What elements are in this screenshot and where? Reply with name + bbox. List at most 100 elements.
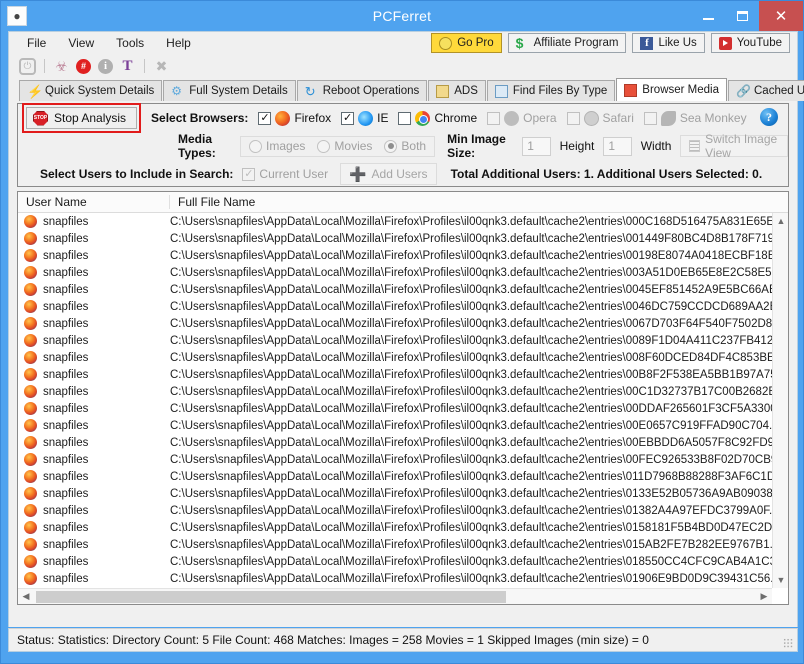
go-pro-button[interactable]: Go Pro	[431, 33, 501, 53]
browser-checkbox-chrome[interactable]: Chrome	[398, 111, 477, 126]
opera-icon	[504, 111, 519, 126]
table-row[interactable]: snapfilesC:\Users\snapfiles\AppData\Loca…	[18, 264, 772, 281]
bolt-icon: ⚡	[27, 85, 40, 98]
menu-item-view[interactable]: View	[58, 34, 106, 52]
table-row[interactable]: snapfilesC:\Users\snapfiles\AppData\Loca…	[18, 230, 772, 247]
menu-item-tools[interactable]: Tools	[106, 34, 156, 52]
tab-full-system-details[interactable]: ⚙ Full System Details	[163, 80, 295, 101]
minimize-button[interactable]	[691, 1, 725, 31]
worm-scan-icon[interactable]: ☣	[53, 58, 70, 75]
tab-bar: ⚡ Quick System Details ⚙ Full System Det…	[9, 78, 797, 101]
table-row[interactable]: snapfilesC:\Users\snapfiles\AppData\Loca…	[18, 298, 772, 315]
browser-checkbox-firefox[interactable]: ✓ Firefox	[258, 111, 331, 126]
checkbox-icon	[644, 112, 657, 125]
table-row[interactable]: snapfilesC:\Users\snapfiles\AppData\Loca…	[18, 519, 772, 536]
cell-full-file-name: C:\Users\snapfiles\AppData\Local\Mozilla…	[170, 386, 772, 398]
scroll-left-arrow[interactable]: ◀	[18, 589, 34, 605]
user-name-label: snapfiles	[43, 420, 88, 432]
options-panel: STOP Stop Analysis Select Browsers: ✓ Fi…	[17, 103, 789, 187]
table-row[interactable]: snapfilesC:\Users\snapfiles\AppData\Loca…	[18, 366, 772, 383]
facebook-icon: f	[640, 37, 653, 50]
user-name-label: snapfiles	[43, 216, 88, 228]
browser-checkbox-ie[interactable]: ✓ IE	[341, 111, 388, 126]
table-row[interactable]: snapfilesC:\Users\snapfiles\AppData\Loca…	[18, 213, 772, 230]
list-rows[interactable]: snapfilesC:\Users\snapfiles\AppData\Loca…	[18, 213, 772, 588]
min-image-size-label: Min Image Size:	[447, 132, 514, 160]
malware-icon[interactable]: #	[75, 58, 92, 75]
users-totals-label: Total Additional Users: 1. Additional Us…	[451, 167, 763, 181]
scroll-right-arrow[interactable]: ▶	[756, 589, 772, 605]
youtube-button[interactable]: YouTube	[711, 33, 790, 53]
browser-label: IE	[377, 111, 388, 125]
status-bar: Status: Statistics: Directory Count: 5 F…	[8, 628, 798, 652]
horizontal-scrollbar[interactable]: ◀ ▶	[18, 588, 772, 604]
table-row[interactable]: snapfilesC:\Users\snapfiles\AppData\Loca…	[18, 281, 772, 298]
close-icon: ✕	[775, 9, 788, 24]
info-icon[interactable]: i	[97, 58, 114, 75]
table-row[interactable]: snapfilesC:\Users\snapfiles\AppData\Loca…	[18, 434, 772, 451]
table-row[interactable]: snapfilesC:\Users\snapfiles\AppData\Loca…	[18, 400, 772, 417]
ferret-icon	[439, 37, 452, 50]
cell-full-file-name: C:\Users\snapfiles\AppData\Local\Mozilla…	[170, 318, 772, 330]
like-us-button[interactable]: f Like Us	[632, 33, 704, 53]
text-tool-icon[interactable]: T	[119, 58, 136, 75]
cell-user-name: snapfiles	[18, 215, 170, 228]
table-row[interactable]: snapfilesC:\Users\snapfiles\AppData\Loca…	[18, 247, 772, 264]
table-row[interactable]: snapfilesC:\Users\snapfiles\AppData\Loca…	[18, 502, 772, 519]
tab-quick-system-details[interactable]: ⚡ Quick System Details	[19, 80, 162, 101]
cell-full-file-name: C:\Users\snapfiles\AppData\Local\Mozilla…	[170, 556, 772, 568]
table-row[interactable]: snapfilesC:\Users\snapfiles\AppData\Loca…	[18, 315, 772, 332]
cell-full-file-name: C:\Users\snapfiles\AppData\Local\Mozilla…	[170, 420, 772, 432]
user-name-label: snapfiles	[43, 335, 88, 347]
cell-user-name: snapfiles	[18, 300, 170, 313]
checkbox-icon	[567, 112, 580, 125]
affiliate-program-button[interactable]: $ Affiliate Program	[508, 33, 627, 53]
table-row[interactable]: snapfilesC:\Users\snapfiles\AppData\Loca…	[18, 536, 772, 553]
help-icon[interactable]: ?	[760, 108, 778, 126]
cell-full-file-name: C:\Users\snapfiles\AppData\Local\Mozilla…	[170, 539, 772, 551]
horizontal-scroll-thumb[interactable]	[36, 591, 506, 603]
tab-cached-urls[interactable]: 🔗 Cached URLs	[728, 80, 804, 101]
resize-grip-icon[interactable]	[783, 638, 793, 648]
scroll-up-arrow[interactable]: ▲	[773, 213, 789, 229]
maximize-button[interactable]	[725, 1, 759, 31]
tab-reboot-operations[interactable]: ↻ Reboot Operations	[297, 80, 428, 101]
height-input[interactable]: 1	[522, 137, 550, 156]
radio-images: Images	[249, 139, 305, 153]
power-icon[interactable]: ⏻	[19, 58, 36, 75]
table-row[interactable]: snapfiles C:\Users\snapfiles\AppData\Loca…	[18, 417, 772, 434]
table-row[interactable]: snapfilesC:\Users\snapfiles\AppData\Loca…	[18, 570, 772, 587]
switch-image-view-button: Switch Image View	[680, 135, 788, 157]
cell-full-file-name: C:\Users\snapfiles\AppData\Local\Mozilla…	[170, 369, 772, 381]
tab-browser-media[interactable]: Browser Media	[616, 78, 727, 101]
menu-item-help[interactable]: Help	[156, 34, 203, 52]
column-header-full-file-name[interactable]: Full File Name	[170, 195, 788, 209]
tab-ads[interactable]: ADS	[428, 80, 486, 101]
affiliate-program-label: Affiliate Program	[534, 37, 619, 49]
table-row[interactable]: snapfilesC:\Users\snapfiles\AppData\Loca…	[18, 383, 772, 400]
menu-item-file[interactable]: File	[17, 34, 58, 52]
stop-analysis-button[interactable]: STOP Stop Analysis	[26, 107, 137, 129]
scroll-down-arrow[interactable]: ▼	[773, 572, 789, 588]
table-row[interactable]: snapfilesC:\Users\snapfiles\AppData\Loca…	[18, 553, 772, 570]
table-row[interactable]: snapfilesC:\Users\snapfiles\AppData\Loca…	[18, 332, 772, 349]
column-header-user-name[interactable]: User Name	[18, 195, 170, 209]
user-name-label: snapfiles	[43, 488, 88, 500]
table-row[interactable]: snapfilesC:\Users\snapfiles\AppData\Loca…	[18, 349, 772, 366]
table-row[interactable]: snapfilesC:\Users\snapfiles\AppData\Loca…	[18, 451, 772, 468]
firefox-icon	[24, 555, 37, 568]
table-row[interactable]: snapfilesC:\Users\snapfiles\AppData\Loca…	[18, 468, 772, 485]
vertical-scrollbar[interactable]: ▲ ▼	[772, 213, 788, 588]
radio-icon	[317, 140, 330, 153]
browsers-row: STOP Stop Analysis Select Browsers: ✓ Fi…	[18, 104, 788, 132]
find-files-icon	[495, 85, 508, 98]
table-row[interactable]: snapfiles C:\Users\snapfiles\AppData\Loca…	[18, 485, 772, 502]
user-name-label: snapfiles	[43, 471, 88, 483]
app-icon: ●	[7, 6, 27, 26]
close-button[interactable]: ✕	[759, 1, 803, 31]
tab-find-files-by-type[interactable]: Find Files By Type	[487, 80, 615, 101]
radio-icon	[384, 140, 397, 153]
cell-full-file-name: C:\Users\snapfiles\AppData\Local\Mozilla…	[170, 488, 772, 500]
width-input[interactable]: 1	[603, 137, 631, 156]
close-tool-icon[interactable]: ✖	[153, 58, 170, 75]
